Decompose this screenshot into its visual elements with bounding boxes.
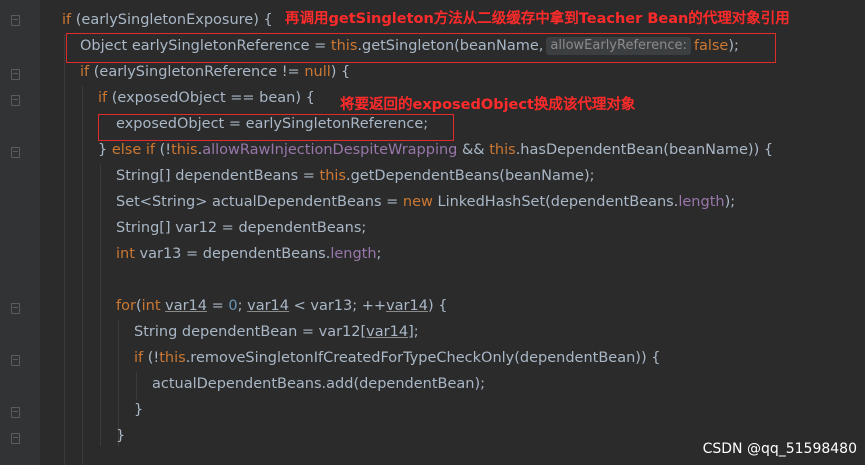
indent-guide bbox=[136, 372, 137, 400]
highlight-box bbox=[98, 114, 454, 141]
fold-marker-icon[interactable] bbox=[11, 69, 20, 80]
fold-marker-icon[interactable] bbox=[11, 147, 20, 158]
annotation-exposed-object: 将要返回的exposedObject换成该代理对象 bbox=[340, 97, 636, 113]
code-line: String[] dependentBeans = this.getDepend… bbox=[116, 168, 595, 184]
fold-marker-icon[interactable] bbox=[11, 95, 20, 106]
code-line: for(int var14 = 0; var14 < var13; ++var1… bbox=[116, 298, 448, 314]
annotation-get-singleton: 再调用getSingleton方法从二级缓存中拿到Teacher Bean的代理… bbox=[285, 11, 790, 27]
code-line: } bbox=[116, 428, 126, 444]
code-line: if (earlySingletonExposure) { bbox=[62, 12, 273, 28]
code-line: String[] var12 = dependentBeans; bbox=[116, 220, 367, 236]
code-line: actualDependentBeans.add(dependentBean); bbox=[152, 376, 486, 392]
code-line: Set<String> actualDependentBeans = new L… bbox=[116, 194, 736, 210]
fold-marker-icon[interactable] bbox=[11, 15, 20, 26]
fold-marker-icon[interactable] bbox=[11, 355, 20, 366]
highlight-box bbox=[66, 33, 776, 63]
editor-gutter bbox=[0, 0, 40, 465]
indent-guide bbox=[82, 86, 83, 465]
code-line: } bbox=[134, 402, 144, 418]
watermark: CSDN @qq_51598480 bbox=[702, 441, 857, 457]
code-line: int var13 = dependentBeans.length; bbox=[116, 246, 382, 262]
fold-marker-icon[interactable] bbox=[11, 433, 20, 444]
code-line: if (!this.removeSingletonIfCreatedForTyp… bbox=[134, 350, 661, 366]
indent-guide bbox=[100, 164, 101, 446]
fold-marker-icon[interactable] bbox=[11, 407, 20, 418]
indent-guide bbox=[64, 34, 65, 465]
code-line: String dependentBean = var12[var14]; bbox=[134, 324, 419, 340]
code-line: if (exposedObject == bean) { bbox=[98, 90, 315, 106]
fold-marker-icon[interactable] bbox=[11, 303, 20, 314]
